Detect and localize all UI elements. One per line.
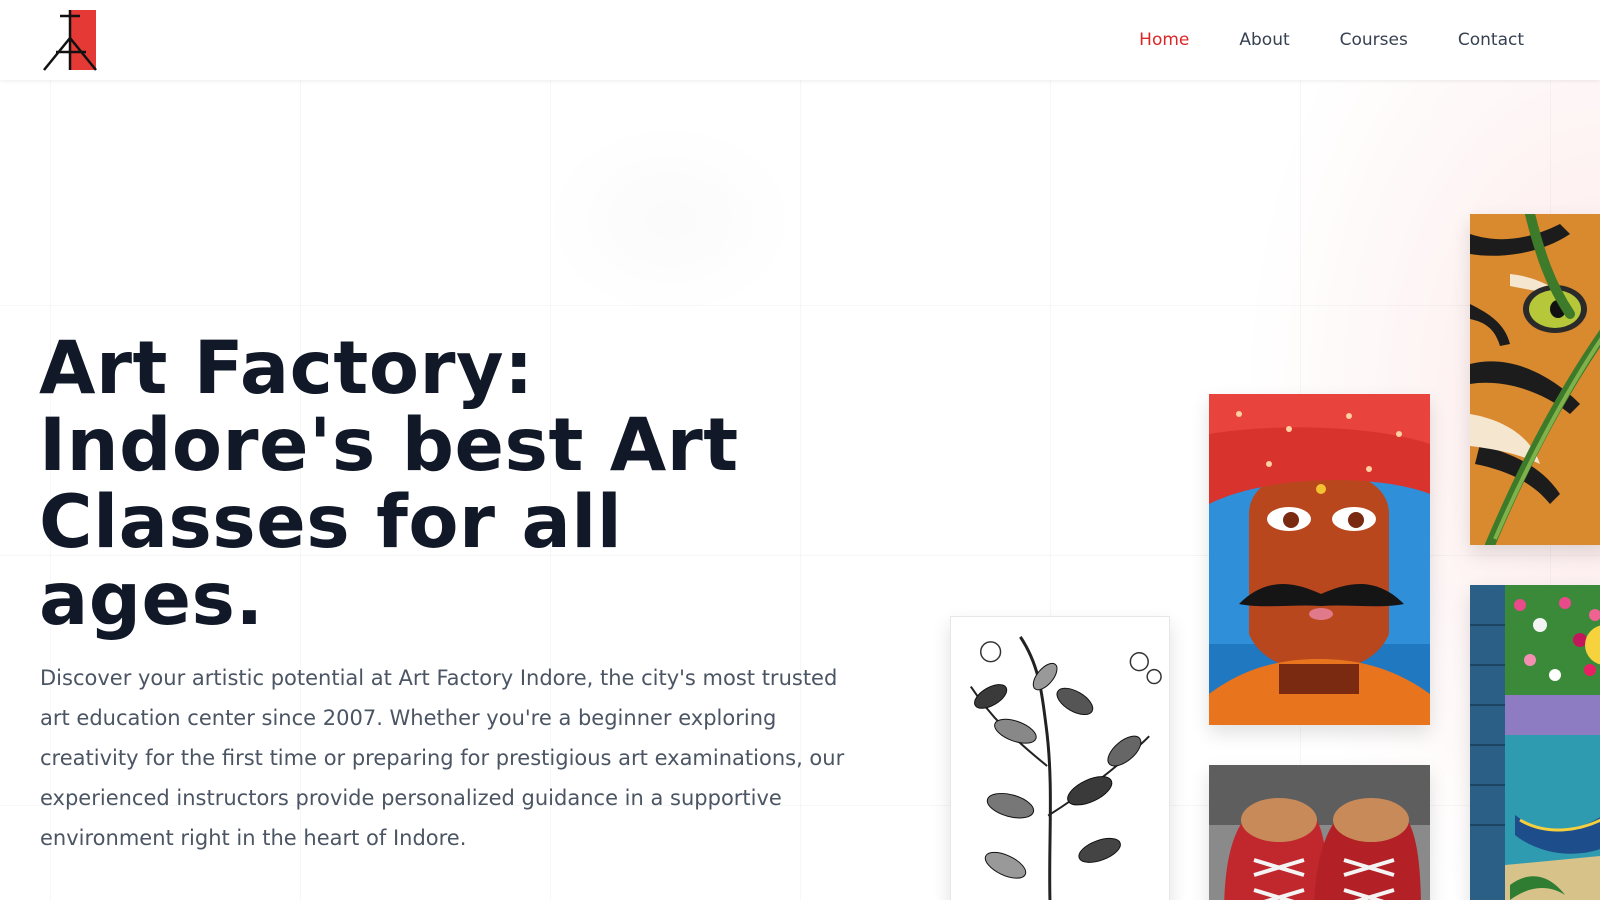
easel-logo-icon[interactable] — [42, 8, 100, 72]
tiger-artwork — [1470, 214, 1600, 545]
background-fade — [540, 120, 800, 320]
boat-landscape-artwork — [1470, 585, 1600, 900]
sneakers-artwork — [1209, 765, 1430, 900]
turban-portrait-artwork — [1209, 394, 1430, 725]
site-header: Home About Courses Contact — [0, 0, 1600, 80]
hero-description: Discover your artistic potential at Art … — [40, 666, 845, 850]
hero-title: Art Factory: Indore's best Art Classes f… — [39, 326, 739, 642]
tiger-eye-image — [1470, 214, 1600, 545]
main-nav: Home About Courses Contact — [1139, 0, 1524, 80]
nav-contact-link[interactable]: Contact — [1458, 30, 1524, 50]
nav-about-link[interactable]: About — [1239, 30, 1289, 50]
nav-courses-link[interactable]: Courses — [1340, 30, 1408, 50]
red-sneakers-image — [1209, 765, 1430, 900]
nav-home-link[interactable]: Home — [1139, 30, 1189, 50]
rajasthani-portrait-image — [1209, 394, 1430, 725]
botanical-sketch-image — [951, 617, 1169, 900]
boat-flowers-image — [1470, 585, 1600, 900]
plant-sketch-artwork — [950, 616, 1170, 900]
page: Home About Courses Contact Art Factory: … — [0, 0, 1600, 900]
